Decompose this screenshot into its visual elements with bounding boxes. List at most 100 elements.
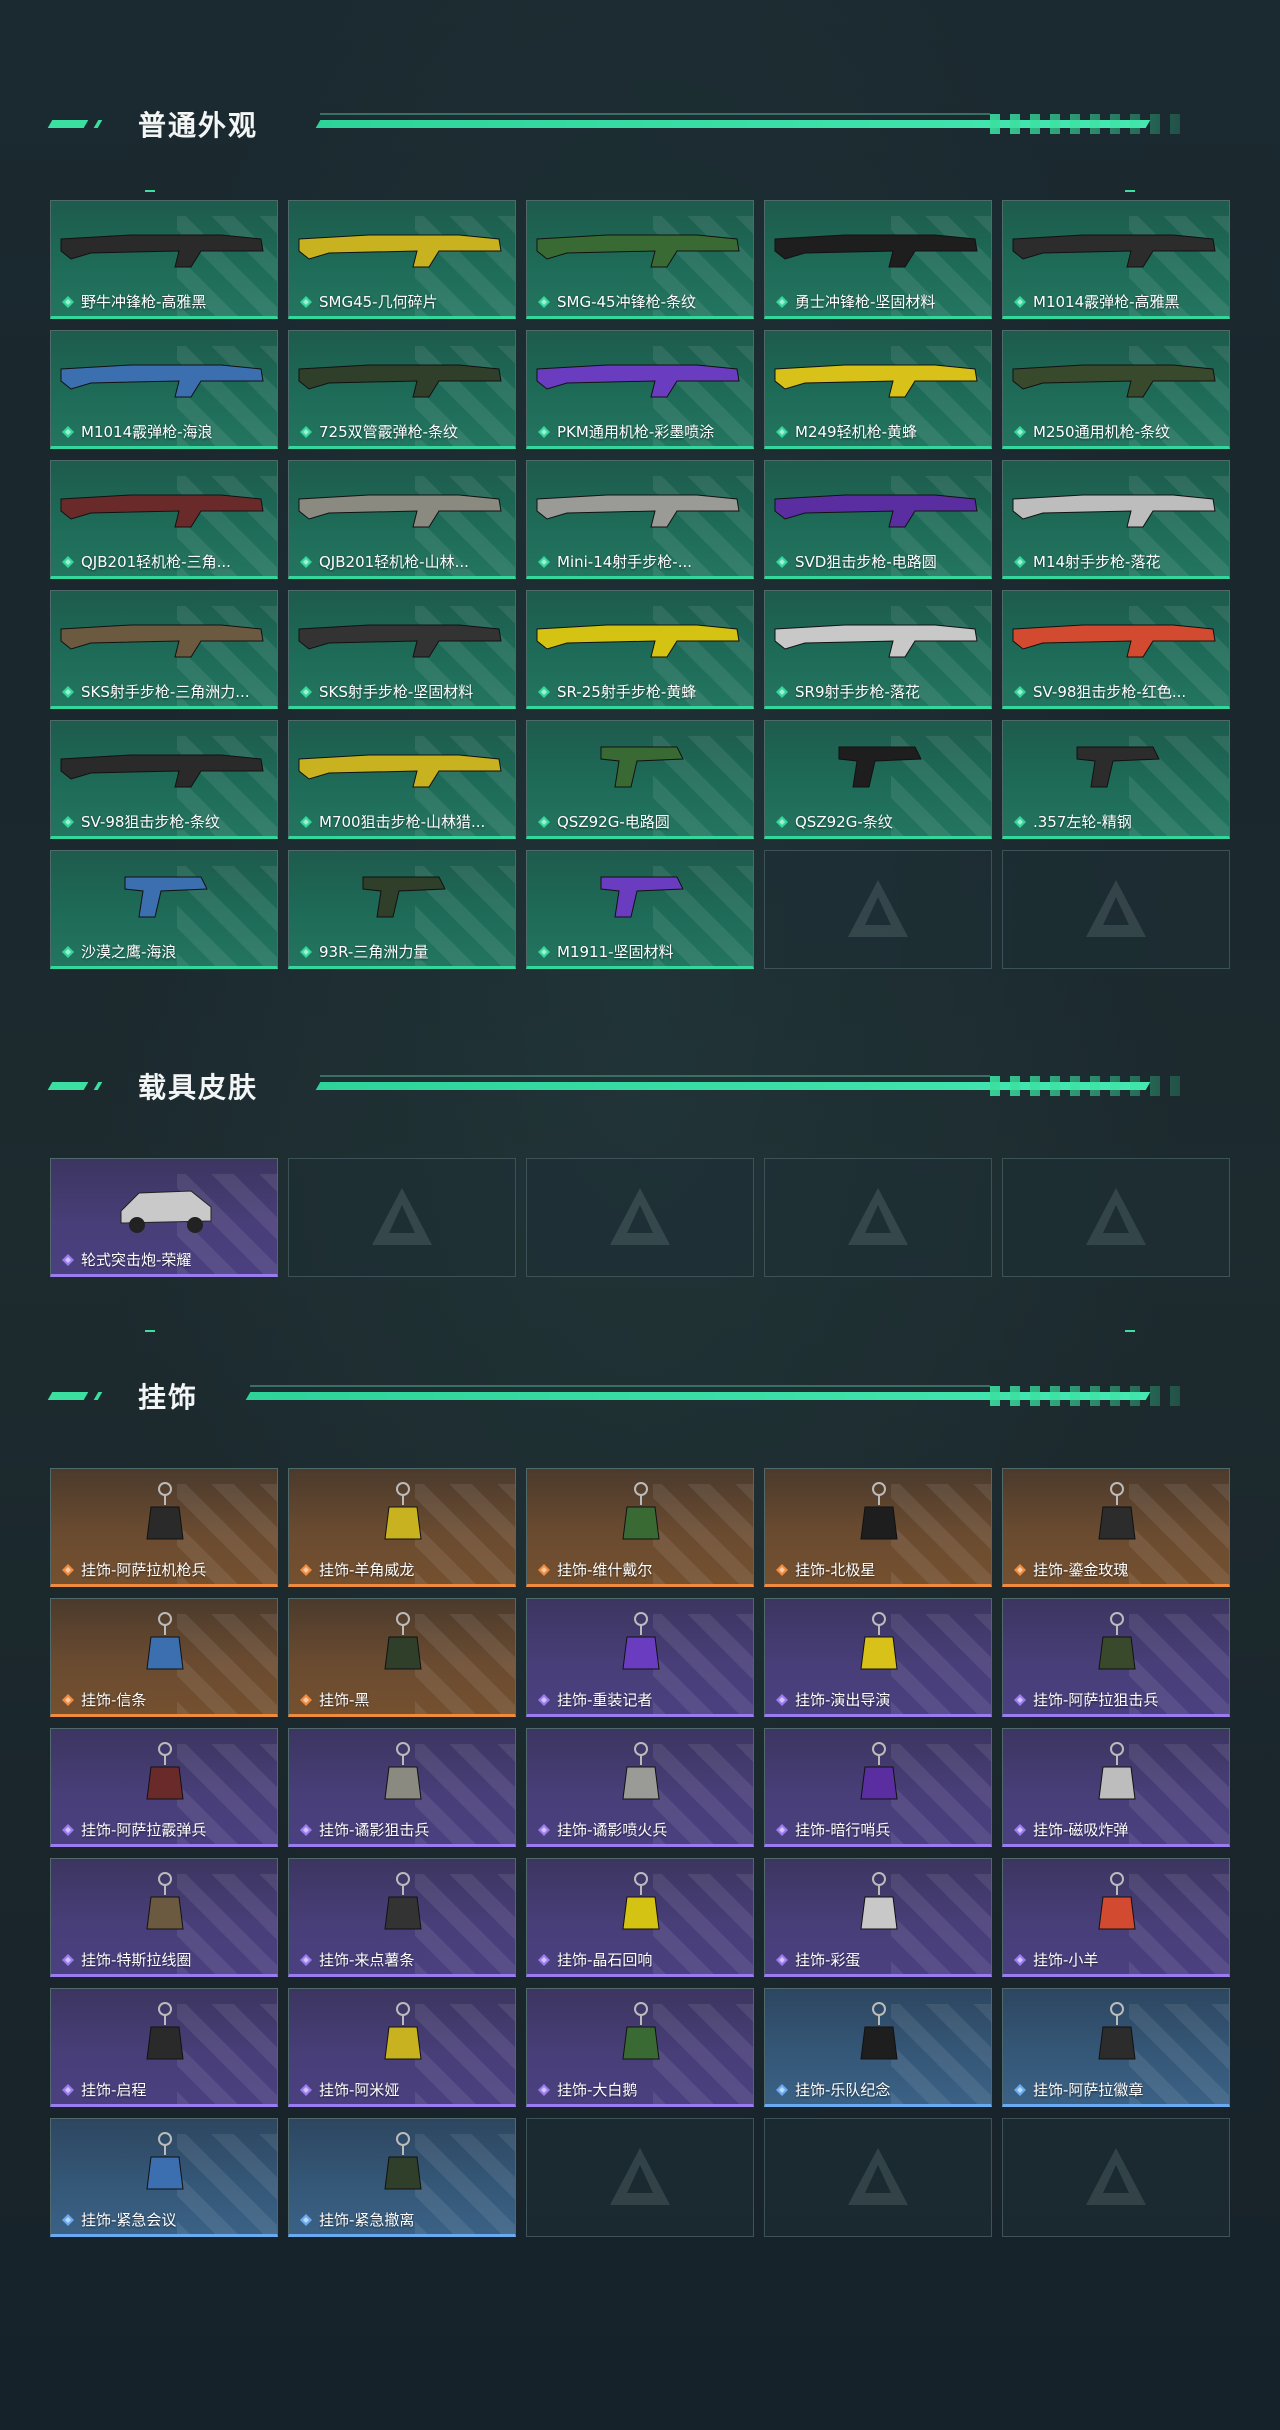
item-card[interactable]: 挂饰-阿萨拉霰弹兵: [50, 1728, 278, 1847]
rarity-diamond-icon: [300, 946, 312, 958]
item-card[interactable]: 挂饰-鎏金玫瑰: [1002, 1468, 1230, 1587]
rifle-icon: [1012, 494, 1216, 528]
item-card[interactable]: QJB201轻机枪-山林...: [288, 460, 516, 579]
item-card[interactable]: 挂饰-重装记者: [526, 1598, 754, 1717]
item-card[interactable]: .357左轮-精钢: [1002, 720, 1230, 839]
header-accent-bar: [47, 120, 89, 128]
item-card[interactable]: 挂饰-谲影狙击兵: [288, 1728, 516, 1847]
rarity-diamond-icon: [776, 2084, 788, 2096]
item-card[interactable]: SV-98狙击步枪-条纹: [50, 720, 278, 839]
item-card[interactable]: 挂饰-维什戴尔: [526, 1468, 754, 1587]
item-card[interactable]: 挂饰-谲影喷火兵: [526, 1728, 754, 1847]
item-card[interactable]: 挂饰-特斯拉线圈: [50, 1858, 278, 1977]
item-card[interactable]: SR-25射手步枪-黄蜂: [526, 590, 754, 709]
item-card[interactable]: 挂饰-羊角威龙: [288, 1468, 516, 1587]
item-label: SMG45-几何碎片: [319, 293, 438, 311]
item-card[interactable]: Mini-14射手步枪-...: [526, 460, 754, 579]
item-card[interactable]: 挂饰-大白鹅: [526, 1988, 754, 2107]
item-label: QSZ92G-电路圆: [557, 813, 670, 831]
item-card[interactable]: SMG-45冲锋枪-条纹: [526, 200, 754, 319]
item-label: SKS射手步枪-三角洲力...: [81, 683, 250, 701]
rarity-diamond-icon: [538, 556, 550, 568]
item-card[interactable]: SV-98狙击步枪-红色...: [1002, 590, 1230, 709]
charm-icon: [384, 1482, 422, 1540]
item-card[interactable]: PKM通用机枪-彩墨喷涂: [526, 330, 754, 449]
item-card[interactable]: 挂饰-北极星: [764, 1468, 992, 1587]
header-checker-pattern: [990, 1076, 1190, 1096]
item-card[interactable]: SKS射手步枪-三角洲力...: [50, 590, 278, 709]
item-card[interactable]: M1014霰弹枪-高雅黑: [1002, 200, 1230, 319]
item-label: 挂饰-乐队纪念: [795, 2081, 891, 2099]
rarity-diamond-icon: [538, 816, 550, 828]
item-label: 挂饰-信条: [81, 1691, 147, 1709]
item-card[interactable]: 挂饰-紧急会议: [50, 2118, 278, 2237]
item-label: SMG-45冲锋枪-条纹: [557, 293, 696, 311]
item-card[interactable]: SKS射手步枪-坚固材料: [288, 590, 516, 709]
charm-icon: [384, 1872, 422, 1930]
item-card[interactable]: 挂饰-晶石回响: [526, 1858, 754, 1977]
section-normal-appearance: 普通外观 野牛冲锋枪-高雅黑 SMG45-几何碎片 SMG-45冲锋枪-条纹 勇士冲锋…: [0, 100, 1280, 1000]
item-card[interactable]: 挂饰-乐队纪念: [764, 1988, 992, 2107]
item-card[interactable]: 挂饰-信条: [50, 1598, 278, 1717]
item-label: 挂饰-彩蛋: [795, 1951, 861, 1969]
item-label: SV-98狙击步枪-条纹: [81, 813, 220, 831]
smg-icon: [536, 234, 740, 268]
header-checker-pattern: [990, 114, 1190, 134]
rarity-diamond-icon: [776, 1824, 788, 1836]
header-accent-bar: [47, 1082, 89, 1090]
charm-icon: [860, 1612, 898, 1670]
item-label: 挂饰-阿萨拉霰弹兵: [81, 1821, 207, 1839]
item-card[interactable]: QSZ92G-电路圆: [526, 720, 754, 839]
rarity-diamond-icon: [300, 556, 312, 568]
item-card[interactable]: 沙漠之鹰-海浪: [50, 850, 278, 969]
rarity-diamond-icon: [1014, 1694, 1026, 1706]
item-card[interactable]: QSZ92G-条纹: [764, 720, 992, 839]
item-card[interactable]: 挂饰-紧急撤离: [288, 2118, 516, 2237]
charm-icon: [860, 1872, 898, 1930]
rarity-diamond-icon: [300, 426, 312, 438]
item-card[interactable]: 挂饰-暗行哨兵: [764, 1728, 992, 1847]
item-card[interactable]: 93R-三角洲力量: [288, 850, 516, 969]
rarity-diamond-icon: [300, 1954, 312, 1966]
sniper-icon: [298, 754, 502, 788]
item-card[interactable]: 野牛冲锋枪-高雅黑: [50, 200, 278, 319]
item-card[interactable]: QJB201轻机枪-三角...: [50, 460, 278, 579]
item-card[interactable]: M700狙击步枪-山林猎...: [288, 720, 516, 839]
item-card[interactable]: 725双管霰弹枪-条纹: [288, 330, 516, 449]
item-card[interactable]: 挂饰-启程: [50, 1988, 278, 2107]
item-label: SVD狙击步枪-电路圆: [795, 553, 937, 571]
rarity-diamond-icon: [300, 1824, 312, 1836]
item-card[interactable]: M1014霰弹枪-海浪: [50, 330, 278, 449]
item-card[interactable]: 挂饰-小羊: [1002, 1858, 1230, 1977]
charm-icon: [146, 1482, 184, 1540]
item-label: QSZ92G-条纹: [795, 813, 893, 831]
item-card[interactable]: 轮式突击炮-荣耀: [50, 1158, 278, 1277]
item-card[interactable]: 勇士冲锋枪-坚固材料: [764, 200, 992, 319]
item-card[interactable]: M249轻机枪-黄蜂: [764, 330, 992, 449]
item-card[interactable]: M250通用机枪-条纹: [1002, 330, 1230, 449]
item-card[interactable]: 挂饰-阿萨拉徽章: [1002, 1988, 1230, 2107]
empty-slot: [1002, 850, 1230, 969]
section-header: 普通外观: [0, 100, 1280, 160]
item-card[interactable]: M14射手步枪-落花: [1002, 460, 1230, 579]
item-card[interactable]: 挂饰-阿米娅: [288, 1988, 516, 2107]
empty-slot: [764, 2118, 992, 2237]
section-header: 挂饰: [0, 1372, 1280, 1432]
item-card[interactable]: SVD狙击步枪-电路圆: [764, 460, 992, 579]
item-card[interactable]: 挂饰-黑: [288, 1598, 516, 1717]
item-card[interactable]: SMG45-几何碎片: [288, 200, 516, 319]
item-card[interactable]: 挂饰-阿萨拉机枪兵: [50, 1468, 278, 1587]
item-label: SR9射手步枪-落花: [795, 683, 920, 701]
item-card[interactable]: 挂饰-磁吸炸弹: [1002, 1728, 1230, 1847]
item-card[interactable]: 挂饰-阿萨拉狙击兵: [1002, 1598, 1230, 1717]
item-card[interactable]: 挂饰-来点薯条: [288, 1858, 516, 1977]
rarity-diamond-icon: [538, 1954, 550, 1966]
item-card[interactable]: 挂饰-彩蛋: [764, 1858, 992, 1977]
smg-icon: [60, 234, 264, 268]
item-card[interactable]: M1911-坚固材料: [526, 850, 754, 969]
rarity-diamond-icon: [538, 1694, 550, 1706]
section-title: 挂饰: [138, 1381, 199, 1414]
item-card[interactable]: 挂饰-演出导演: [764, 1598, 992, 1717]
item-card[interactable]: SR9射手步枪-落花: [764, 590, 992, 709]
item-label: QJB201轻机枪-山林...: [319, 553, 469, 571]
